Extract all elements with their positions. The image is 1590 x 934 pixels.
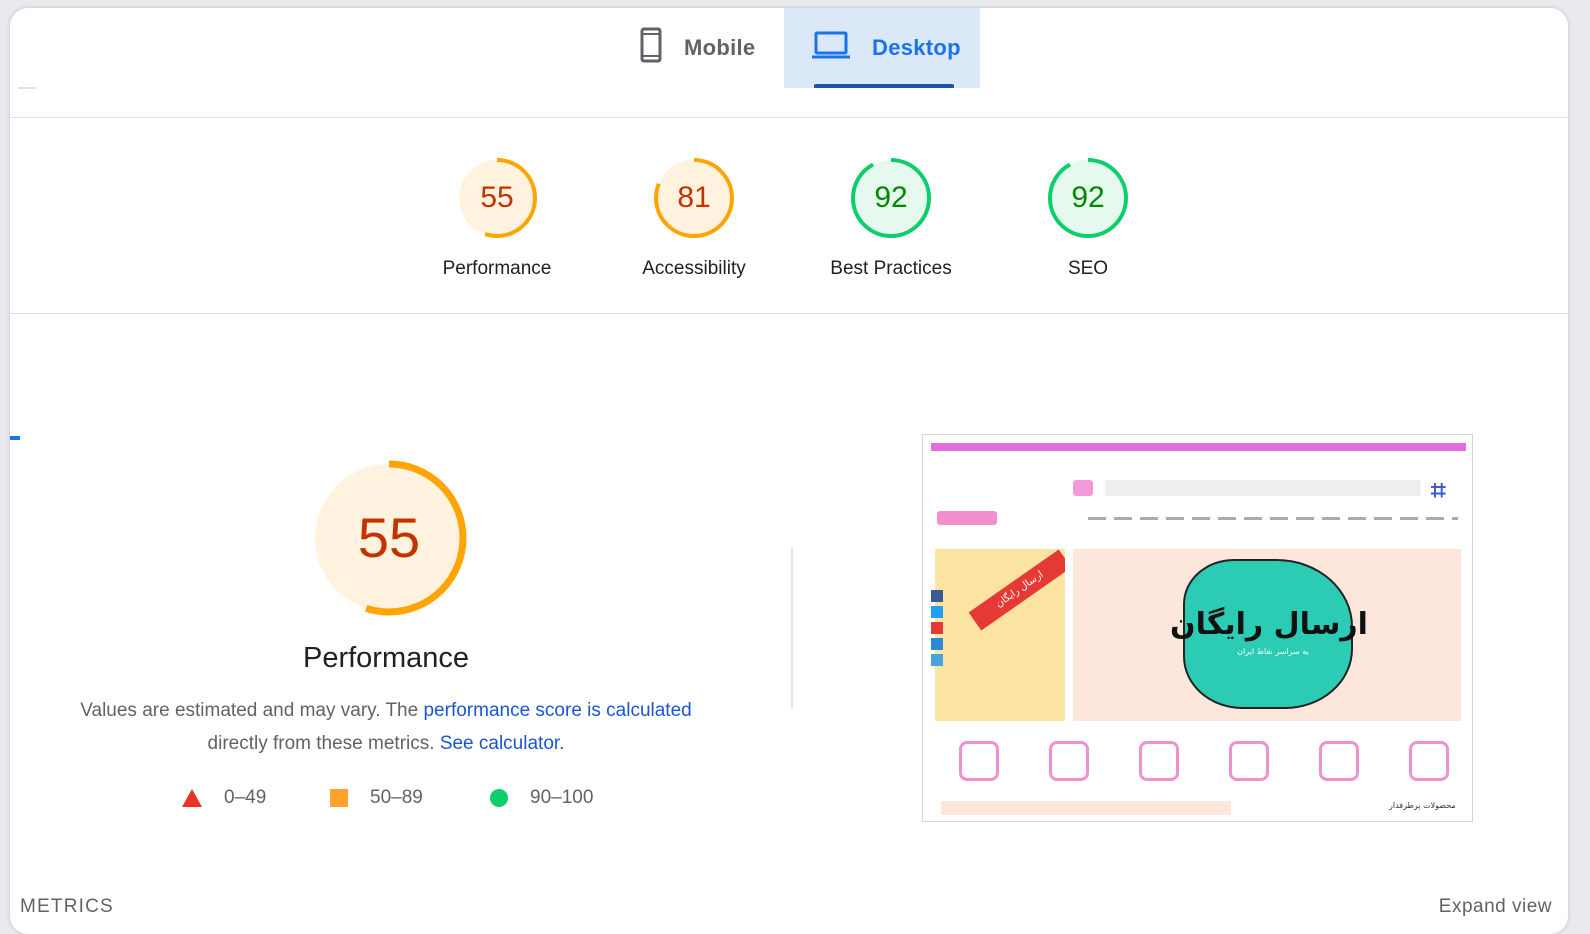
see-calculator-link[interactable]: See calculator.	[440, 733, 565, 754]
legend-average: 50–89	[330, 786, 423, 810]
tab-mobile-label: Mobile	[684, 35, 756, 60]
thumb-bottom-strip	[941, 801, 1231, 815]
final-screenshot: ⌗ ارسال رایگان ارسال رایگان به سراسر نقا…	[922, 434, 1473, 822]
expand-view-button[interactable]: Expand view	[1439, 896, 1552, 918]
gauge-value: 55	[480, 181, 514, 214]
thumb-main-banner: ارسال رایگان به سراسر نقاط ایران	[1073, 549, 1461, 721]
tab-desktop[interactable]: Desktop	[784, 8, 980, 88]
divider	[18, 87, 36, 89]
gauge-label: SEO	[1067, 258, 1109, 279]
category-icon	[1139, 741, 1179, 781]
gauge-value: 92	[1071, 181, 1105, 214]
gauge-value: 92	[874, 181, 908, 214]
legend-range: 50–89	[370, 787, 423, 808]
performance-description: Values are estimated and may vary. The p…	[56, 694, 716, 760]
gauge-best-practices[interactable]: 92 Best Practices	[816, 156, 966, 280]
category-icon	[1229, 741, 1269, 781]
thumb-logo: ⌗	[1431, 475, 1446, 505]
device-tabs: Mobile Desktop	[10, 8, 1568, 118]
thumb-ribbon: ارسال رایگان	[968, 549, 1065, 631]
thumb-banner-title: ارسال رایگان	[1170, 607, 1368, 642]
gauge-label: Performance	[442, 258, 552, 279]
scroll-marker	[10, 436, 20, 440]
desc-text: directly from these metrics.	[207, 733, 440, 754]
laptop-icon	[812, 30, 850, 66]
performance-title: Performance	[302, 642, 469, 674]
active-tab-indicator	[814, 84, 954, 88]
score-gauges: 55 Performance 81 Accessibility 92 Best …	[10, 118, 1568, 314]
circle-icon	[490, 789, 508, 807]
gauge-performance[interactable]: 55 Performance	[422, 156, 572, 280]
gauge-accessibility[interactable]: 81 Accessibility	[619, 156, 769, 280]
thumb-search-button	[1073, 480, 1093, 496]
thumb-nav	[1088, 517, 1458, 520]
thumb-nav-pill	[937, 511, 997, 525]
legend-fail: 0–49	[182, 786, 266, 810]
category-icon	[1319, 741, 1359, 781]
desc-text: Values are estimated and may vary. The	[80, 700, 424, 721]
category-icon	[1049, 741, 1089, 781]
metrics-heading: METRICS	[20, 896, 114, 917]
legend-range: 90–100	[530, 787, 594, 808]
divider	[791, 548, 793, 708]
gauge-label: Accessibility	[642, 258, 746, 279]
thumb-bottom-label: محصولات پرطرفدار	[1389, 801, 1456, 810]
thumb-search	[1105, 480, 1421, 496]
gauge-value: 81	[677, 181, 711, 214]
report-card: Mobile Desktop 55 Performance 81 Accessi…	[10, 8, 1568, 934]
score-calculated-link[interactable]: performance score is calculated	[423, 700, 691, 721]
category-icon	[959, 741, 999, 781]
tab-desktop-label: Desktop	[872, 35, 961, 60]
performance-gauge-large: 55	[309, 458, 469, 618]
thumb-social-icons	[931, 590, 943, 668]
thumb-category-icons	[959, 741, 1449, 785]
legend-pass: 90–100	[490, 786, 593, 810]
thumb-banner-subtitle: به سراسر نقاط ایران	[1237, 647, 1309, 656]
square-icon	[330, 789, 348, 807]
tab-mobile[interactable]: Mobile	[632, 8, 782, 88]
triangle-icon	[182, 789, 202, 807]
thumb-topbar	[931, 443, 1466, 451]
thumb-side-banner: ارسال رایگان	[935, 549, 1065, 721]
legend-range: 0–49	[224, 787, 267, 808]
gauge-seo[interactable]: 92 SEO	[1013, 156, 1163, 280]
performance-score: 55	[357, 506, 421, 569]
smartphone-icon	[640, 27, 662, 69]
gauge-label: Best Practices	[830, 258, 952, 279]
category-icon	[1409, 741, 1449, 781]
